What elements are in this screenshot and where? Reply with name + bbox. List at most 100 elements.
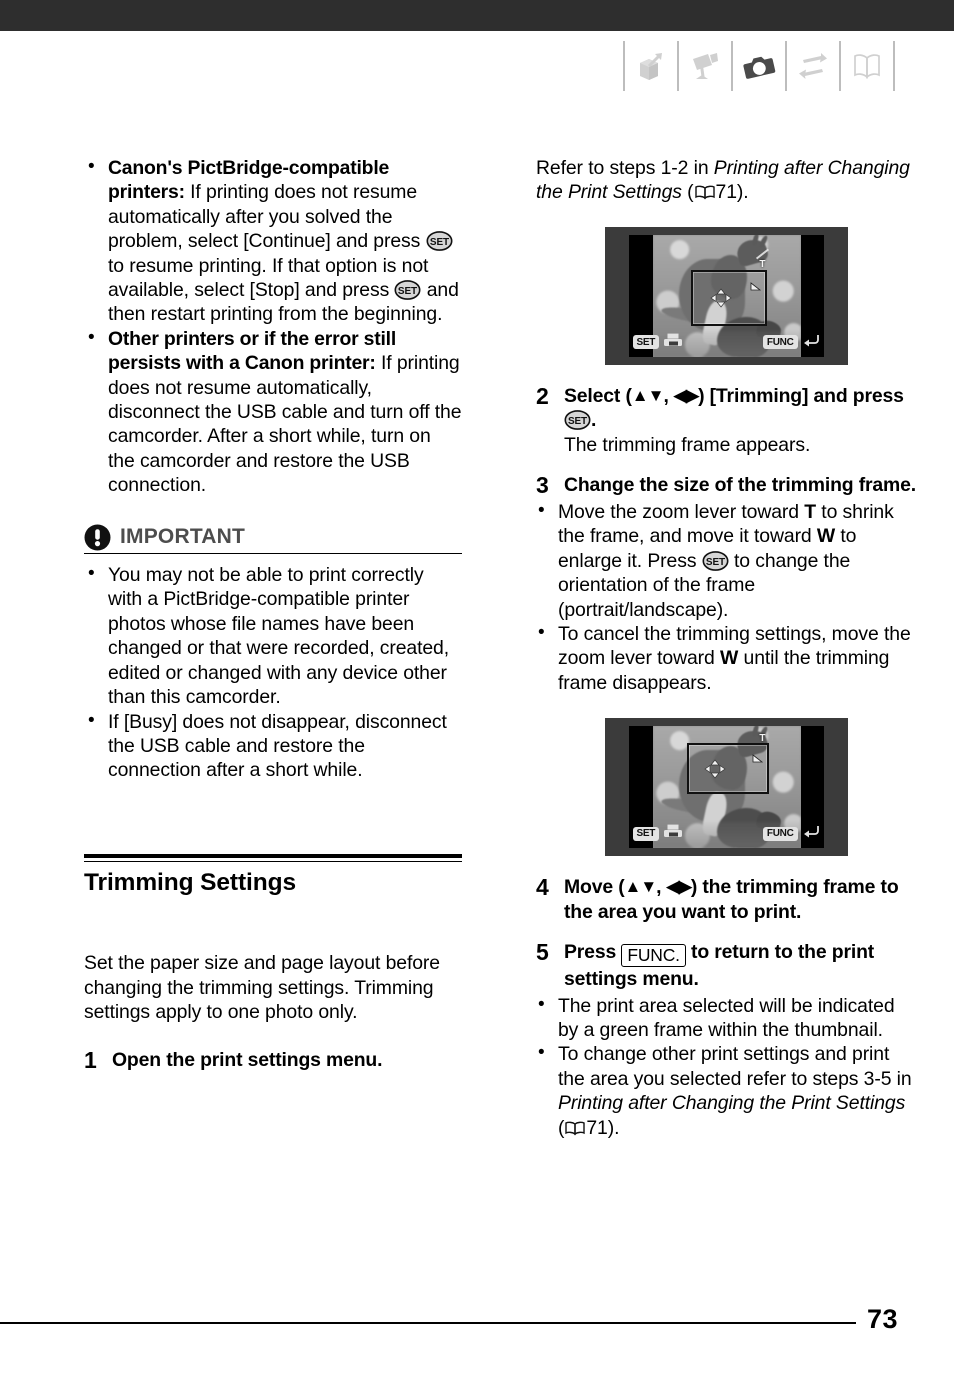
- important-divider: [84, 552, 462, 555]
- step-number: 5: [536, 939, 549, 966]
- step-5: 5 Press FUNC. to return to the print set…: [536, 940, 916, 991]
- chapter-icon-strip: [623, 41, 895, 91]
- trimming-settings-section: Trimming Settings Set the paper size and…: [84, 853, 462, 1074]
- list-item: To change other print settings and print…: [536, 1041, 916, 1140]
- b-italic-title: Printing after Changing the Print Settin…: [558, 1092, 906, 1115]
- screen-osd-left: SET: [632, 824, 684, 843]
- chapter-tab-video[interactable]: [679, 41, 733, 91]
- chapter-tab-additional-info[interactable]: [841, 41, 895, 91]
- step-2-note: The trimming frame appears.: [564, 433, 811, 456]
- svg-text:SET: SET: [568, 416, 587, 427]
- bullet-text-2: to resume printing. If that option is no…: [108, 254, 429, 302]
- set-badge: SET: [632, 826, 660, 841]
- list-item: Canon's PictBridge-compatible printers: …: [84, 155, 462, 327]
- b-text-3: ).: [607, 1116, 620, 1139]
- left-right-arrows-icon: ◀▶: [666, 877, 692, 897]
- refer-text-3: ).: [736, 181, 749, 204]
- b-text-1: Move the zoom lever toward: [558, 501, 805, 524]
- step4-text-1: Move (: [564, 876, 625, 899]
- step-number: 2: [536, 382, 549, 409]
- up-down-arrows-icon: ▲▼: [631, 385, 665, 405]
- list-item: The print area selected will be indicate…: [536, 993, 916, 1043]
- step-text: Open the print settings menu.: [112, 1049, 383, 1072]
- box-open-arrow-icon: [634, 49, 668, 83]
- step2-text-3: ) [Trimming] and press: [698, 384, 904, 407]
- list-item: Move the zoom lever toward T to shrink t…: [536, 499, 916, 622]
- section-rule-thin: [84, 860, 462, 863]
- screen-illustration-1: T SET FUNC: [604, 226, 848, 365]
- func-badge: FUNC: [762, 826, 798, 841]
- zoom-t-mark: T: [759, 258, 766, 270]
- set-button-icon: SET: [564, 410, 591, 431]
- screen-illustration-2: T SET FUNC: [604, 718, 848, 857]
- open-book-icon: [850, 49, 884, 83]
- page-reference-book-icon: [694, 184, 716, 200]
- set-badge: SET: [632, 335, 660, 350]
- left-right-arrows-icon: ◀▶: [673, 385, 699, 405]
- chapter-tab-introduction[interactable]: [623, 41, 679, 91]
- transfer-arrows-icon: [796, 49, 830, 83]
- return-arrow-icon: [802, 333, 820, 352]
- screen-display-area: T SET FUNC: [628, 726, 824, 849]
- important-list: You may not be able to print correctly w…: [84, 562, 462, 783]
- print-icon: [663, 824, 683, 843]
- step-3-bullets: Move the zoom lever toward T to shrink t…: [536, 499, 916, 695]
- zoom-t-mark: T: [759, 733, 766, 745]
- set-button-icon: SET: [426, 231, 453, 252]
- zoom-t-label: T: [804, 501, 817, 524]
- list-item: If [Busy] does not disappear, disconnect…: [84, 709, 462, 783]
- navigation-diamond-icon: [703, 759, 726, 779]
- step2-text-1: Select (: [564, 384, 632, 407]
- right-column: Refer to steps 1-2 in Printing after Cha…: [536, 156, 916, 1140]
- step-text: Press FUNC. to return to the print setti…: [564, 940, 916, 991]
- screen-osd-right: FUNC: [762, 824, 820, 843]
- page-reference-book-icon: [564, 1120, 586, 1136]
- func-badge: FUNC: [762, 335, 798, 350]
- screen-osd-left: SET: [632, 333, 684, 352]
- section-title: Trimming Settings: [84, 869, 297, 897]
- step2-text-4: .: [591, 409, 597, 432]
- step-text: Move (▲▼, ◀▶) the trimming frame to the …: [564, 875, 916, 924]
- step4-text-2: ,: [656, 876, 667, 899]
- step-number: 3: [536, 472, 549, 499]
- page-number: 73: [866, 1304, 898, 1334]
- step-4: 4 Move (▲▼, ◀▶) the trimming frame to th…: [536, 875, 916, 924]
- step-1: 1 Open the print settings menu.: [84, 1048, 462, 1073]
- chapter-tab-photos[interactable]: [733, 41, 787, 91]
- b-page-number: 71: [586, 1116, 608, 1139]
- print-icon: [663, 333, 683, 352]
- step-text: Select (▲▼, ◀▶) [Trimming] and press SET…: [564, 384, 916, 433]
- left-column: Canon's PictBridge-compatible printers: …: [84, 155, 462, 1074]
- top-black-bar: [0, 0, 954, 31]
- refer-text-2: (: [681, 181, 694, 204]
- camcorder-icon: [688, 49, 722, 83]
- important-block: IMPORTANT You may not be able to print c…: [84, 524, 462, 783]
- footer-divider: [0, 1322, 856, 1324]
- navigation-diamond-icon: [709, 288, 732, 308]
- list-item: Other printers or if the error still per…: [84, 326, 462, 498]
- chapter-tab-connections[interactable]: [787, 41, 841, 91]
- return-arrow-icon: [802, 824, 820, 843]
- step2-text-2: ,: [663, 384, 674, 407]
- exclamation-circle-icon: [84, 524, 111, 551]
- corner-marker-icon: [750, 278, 761, 291]
- step5-text-1: Press: [564, 941, 622, 964]
- trimming-frame: T: [690, 259, 767, 326]
- func-button[interactable]: FUNC.: [621, 944, 686, 968]
- refer-page-number: 71: [715, 181, 737, 204]
- camera-icon: [742, 49, 776, 83]
- set-button-icon: SET: [394, 280, 421, 300]
- bullet-lead-label: Other printers or if the error still per…: [108, 327, 397, 375]
- section-rule-thick: [84, 853, 462, 859]
- step-text: Change the size of the trimming frame.: [564, 474, 917, 497]
- trimming-frame: T: [686, 734, 769, 795]
- refer-paragraph: Refer to steps 1-2 in Printing after Cha…: [536, 156, 916, 205]
- important-label: IMPORTANT: [120, 525, 246, 549]
- screen-osd-right: FUNC: [762, 333, 820, 352]
- list-item: You may not be able to print correctly w…: [84, 562, 462, 709]
- step-3: 3 Change the size of the trimming frame.: [536, 473, 916, 498]
- refer-text-1: Refer to steps 1-2 in: [536, 157, 714, 179]
- up-down-arrows-icon: ▲▼: [624, 877, 658, 897]
- section-intro-text: Set the paper size and page layout befor…: [84, 952, 440, 1023]
- corner-marker-icon: [752, 750, 763, 763]
